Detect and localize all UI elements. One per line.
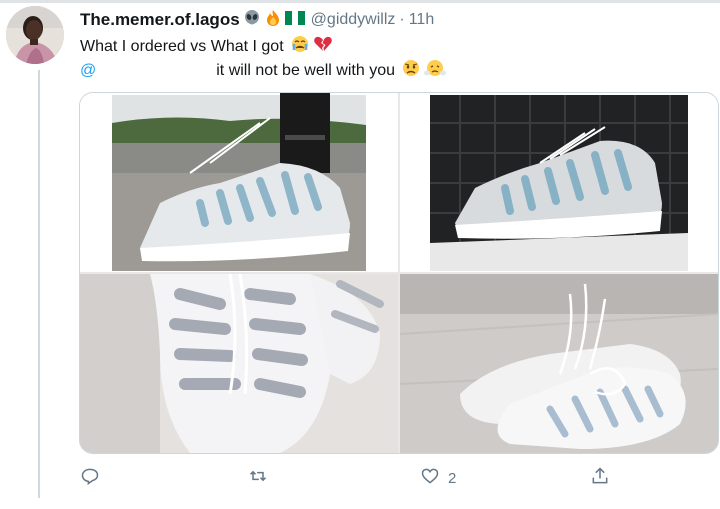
- thread-line: [38, 70, 40, 498]
- ordered-shoe-studio-photo[interactable]: [400, 93, 718, 272]
- crying-face-emoji: [290, 35, 310, 58]
- nigeria-flag-emoji: [284, 9, 305, 32]
- tweet-text: What I ordered vs What I got: [80, 37, 284, 55]
- tweet-text-line2: @ it will not be well with you: [80, 59, 446, 82]
- retweet-button[interactable]: [248, 466, 268, 491]
- share-icon: [590, 466, 610, 491]
- received-shoe-pair-photo[interactable]: [400, 274, 718, 453]
- tweet-actions: 2: [80, 466, 640, 494]
- tweet-text-line1: What I ordered vs What I got: [80, 35, 333, 58]
- previous-tweet-edge: [0, 0, 720, 3]
- share-button[interactable]: [590, 466, 610, 491]
- tweet-text: it will not be well with you: [216, 61, 395, 79]
- ordered-shoe-worn-photo[interactable]: [80, 93, 398, 272]
- reply-button[interactable]: [80, 466, 100, 491]
- alien-emoji: [243, 9, 261, 32]
- broken-heart-emoji: [313, 35, 333, 58]
- received-shoe-closeup-photo[interactable]: [80, 274, 398, 453]
- display-name[interactable]: The.memer.of.lagos: [80, 10, 240, 30]
- tweet-header: The.memer.of.lagos @giddywillz · 11h: [80, 8, 434, 32]
- heart-icon: [420, 466, 440, 491]
- avatar[interactable]: [6, 6, 64, 64]
- media-grid: [79, 92, 719, 454]
- timestamp[interactable]: 11h: [409, 11, 435, 29]
- mention-link[interactable]: @: [80, 62, 96, 80]
- fire-emoji: [264, 9, 282, 32]
- redacted-mention: [96, 61, 217, 80]
- like-button[interactable]: 2: [420, 466, 456, 491]
- user-handle[interactable]: @giddywillz: [311, 11, 396, 29]
- reply-icon: [80, 466, 100, 491]
- frowning-face-emoji: [401, 59, 421, 82]
- separator-dot: ·: [399, 11, 405, 28]
- retweet-icon: [248, 466, 268, 491]
- like-count: 2: [448, 470, 457, 487]
- face-with-steam-emoji: [424, 59, 446, 82]
